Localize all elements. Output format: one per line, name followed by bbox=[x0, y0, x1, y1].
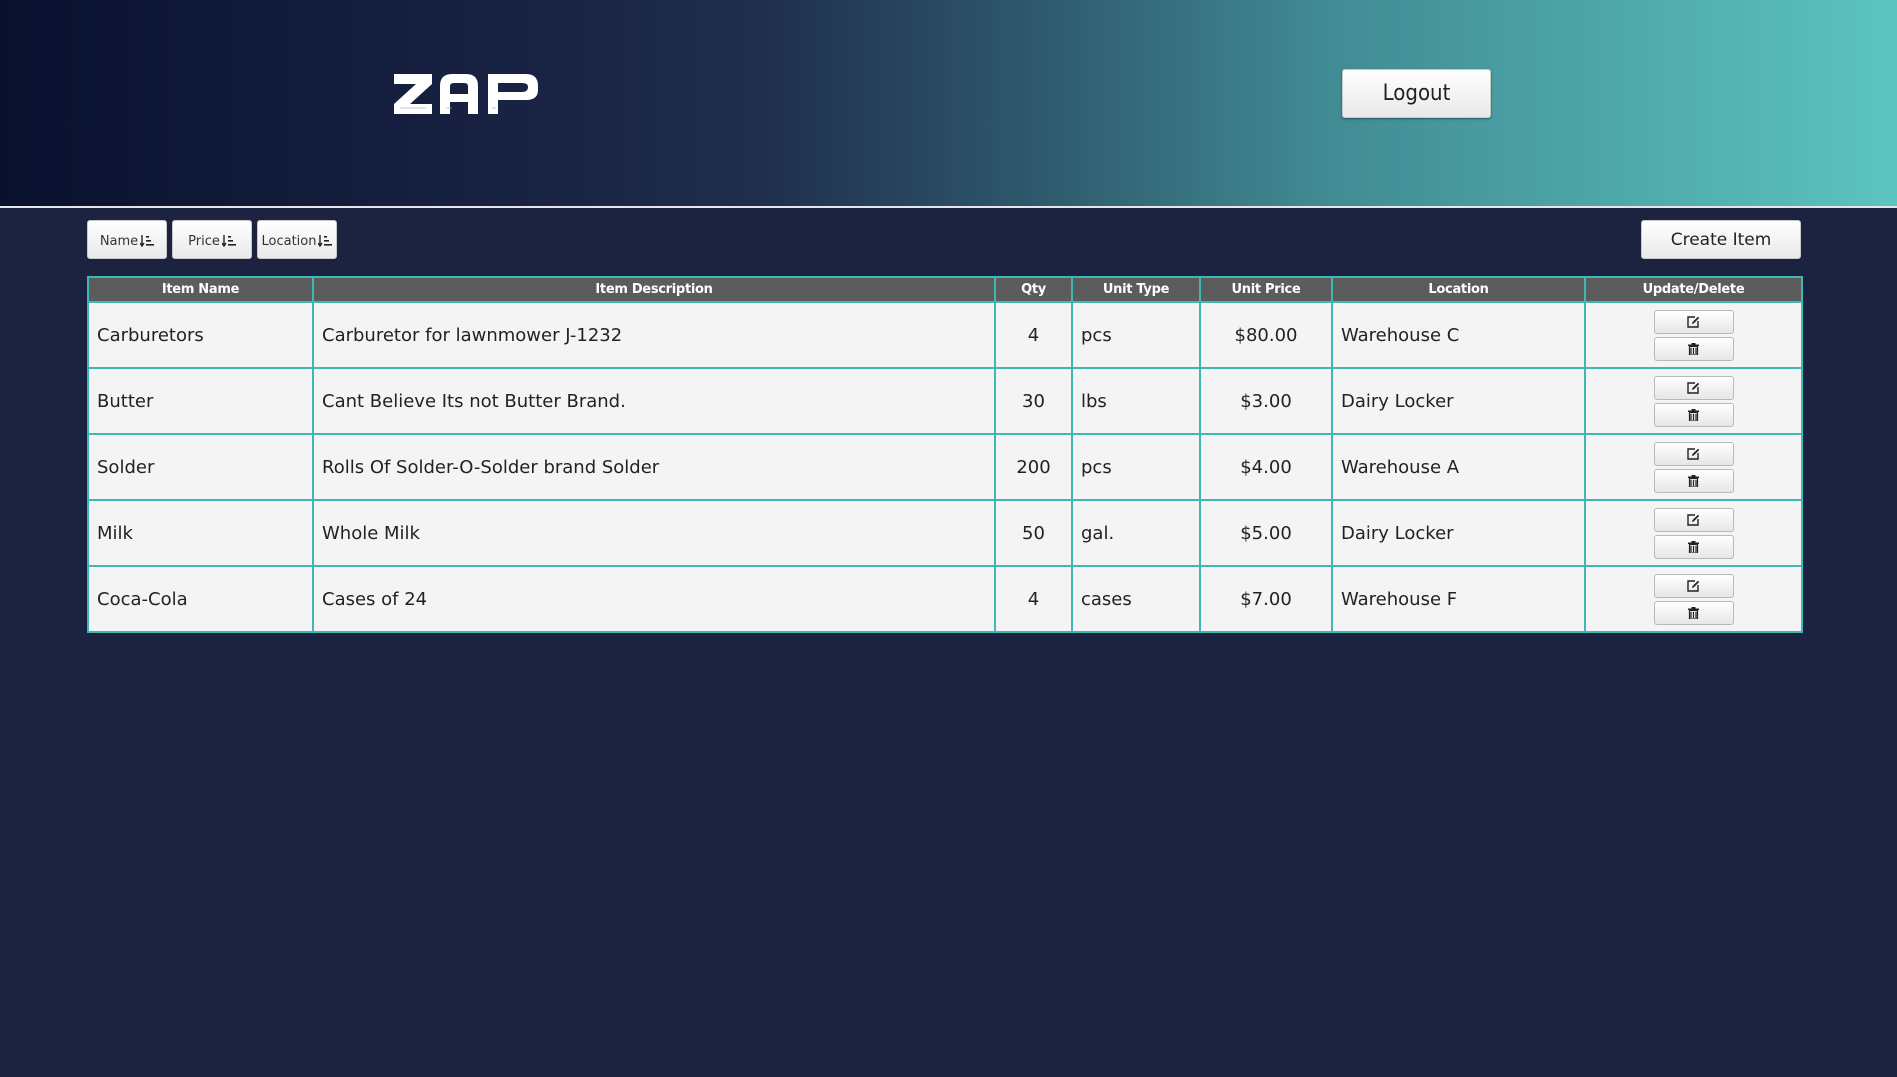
trash-icon bbox=[1655, 342, 1733, 355]
sort-location-label: Location bbox=[261, 234, 317, 249]
table-row: Coca-Cola Cases of 24 4 cases $7.00 Ware… bbox=[87, 565, 1803, 633]
table-row: Milk Whole Milk 50 gal. $5.00 Dairy Lock… bbox=[87, 499, 1803, 567]
sort-price-label: Price bbox=[188, 234, 220, 249]
cell-qty: 4 bbox=[994, 565, 1073, 633]
cell-location: Dairy Locker bbox=[1331, 367, 1586, 435]
cell-item-name: Coca-Cola bbox=[87, 565, 314, 633]
edit-button[interactable] bbox=[1653, 375, 1734, 400]
cell-unit-type: cases bbox=[1071, 565, 1201, 633]
cell-unit-price: $5.00 bbox=[1199, 499, 1333, 567]
column-header-unit-type: Unit Type bbox=[1071, 276, 1201, 303]
cell-unit-price: $80.00 bbox=[1199, 301, 1333, 369]
delete-button[interactable] bbox=[1653, 600, 1734, 625]
trash-icon bbox=[1655, 606, 1733, 619]
cell-qty: 50 bbox=[994, 499, 1073, 567]
sort-by-location-button[interactable]: Location bbox=[257, 220, 337, 259]
cell-actions bbox=[1584, 499, 1803, 567]
trash-icon bbox=[1655, 474, 1733, 487]
cell-actions bbox=[1584, 367, 1803, 435]
zap-logo bbox=[392, 72, 540, 116]
edit-button[interactable] bbox=[1653, 441, 1734, 466]
cell-actions bbox=[1584, 565, 1803, 633]
trash-icon bbox=[1655, 540, 1733, 553]
cell-unit-price: $3.00 bbox=[1199, 367, 1333, 435]
cell-unit-type: lbs bbox=[1071, 367, 1201, 435]
trash-icon bbox=[1655, 408, 1733, 421]
cell-location: Warehouse C bbox=[1331, 301, 1586, 369]
cell-unit-price: $4.00 bbox=[1199, 433, 1333, 501]
cell-actions bbox=[1584, 301, 1803, 369]
sort-name-label: Name bbox=[99, 234, 139, 249]
edit-icon bbox=[1655, 315, 1733, 328]
cell-item-name: Milk bbox=[87, 499, 314, 567]
sort-amount-icon bbox=[140, 235, 155, 248]
cell-item-description: Rolls Of Solder-O-Solder brand Solder bbox=[312, 433, 996, 501]
column-header-qty: Qty bbox=[994, 276, 1073, 303]
column-header-item-name: Item Name bbox=[87, 276, 314, 303]
column-header-unit-price: Unit Price bbox=[1199, 276, 1333, 303]
cell-location: Warehouse A bbox=[1331, 433, 1586, 501]
edit-button[interactable] bbox=[1653, 507, 1734, 532]
cell-qty: 200 bbox=[994, 433, 1073, 501]
app-header: Logout bbox=[0, 0, 1897, 208]
cell-item-name: Carburetors bbox=[87, 301, 314, 369]
cell-item-name: Butter bbox=[87, 367, 314, 435]
edit-button[interactable] bbox=[1653, 309, 1734, 334]
cell-unit-type: gal. bbox=[1071, 499, 1201, 567]
table-header-row: Item Name Item Description Qty Unit Type… bbox=[87, 276, 1803, 303]
table-row: Solder Rolls Of Solder-O-Solder brand So… bbox=[87, 433, 1803, 501]
cell-unit-price: $7.00 bbox=[1199, 565, 1333, 633]
sort-amount-icon bbox=[221, 235, 236, 248]
cell-location: Dairy Locker bbox=[1331, 499, 1586, 567]
cell-item-description: Cant Believe Its not Butter Brand. bbox=[312, 367, 996, 435]
sort-by-name-button[interactable]: Name bbox=[87, 220, 167, 259]
cell-item-description: Cases of 24 bbox=[312, 565, 996, 633]
column-header-item-description: Item Description bbox=[312, 276, 996, 303]
edit-icon bbox=[1655, 447, 1733, 460]
edit-icon bbox=[1655, 579, 1733, 592]
column-header-update-delete: Update/Delete bbox=[1584, 276, 1803, 303]
delete-button[interactable] bbox=[1653, 402, 1734, 427]
table-row: Carburetors Carburetor for lawnmower J-1… bbox=[87, 301, 1803, 369]
cell-location: Warehouse F bbox=[1331, 565, 1586, 633]
cell-unit-type: pcs bbox=[1071, 301, 1201, 369]
cell-actions bbox=[1584, 433, 1803, 501]
table-row: Butter Cant Believe Its not Butter Brand… bbox=[87, 367, 1803, 435]
column-header-location: Location bbox=[1331, 276, 1586, 303]
delete-button[interactable] bbox=[1653, 534, 1734, 559]
cell-qty: 30 bbox=[994, 367, 1073, 435]
delete-button[interactable] bbox=[1653, 468, 1734, 493]
sort-by-price-button[interactable]: Price bbox=[172, 220, 252, 259]
create-item-button[interactable]: Create Item bbox=[1641, 220, 1801, 259]
edit-icon bbox=[1655, 513, 1733, 526]
cell-unit-type: pcs bbox=[1071, 433, 1201, 501]
cell-item-description: Carburetor for lawnmower J-1232 bbox=[312, 301, 996, 369]
cell-item-name: Solder bbox=[87, 433, 314, 501]
edit-icon bbox=[1655, 381, 1733, 394]
sort-amount-icon bbox=[318, 235, 333, 248]
inventory-table: Item Name Item Description Qty Unit Type… bbox=[87, 276, 1803, 633]
delete-button[interactable] bbox=[1653, 336, 1734, 361]
cell-qty: 4 bbox=[994, 301, 1073, 369]
logout-button[interactable]: Logout bbox=[1342, 69, 1491, 118]
cell-item-description: Whole Milk bbox=[312, 499, 996, 567]
edit-button[interactable] bbox=[1653, 573, 1734, 598]
